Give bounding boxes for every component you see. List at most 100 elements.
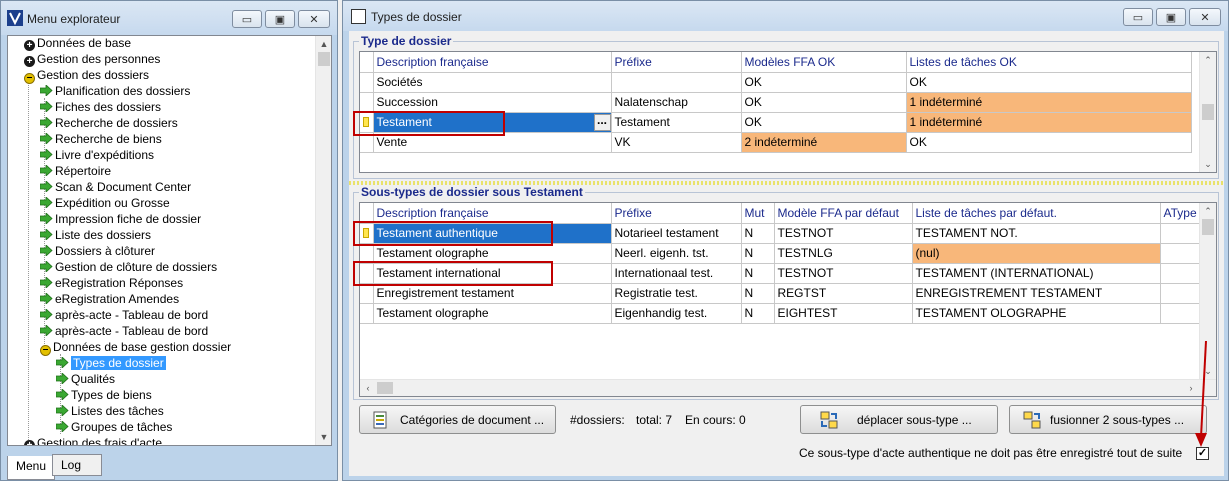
column-header-listes-taches[interactable]: Listes de tâches OK <box>906 52 1192 73</box>
prefixe-cell[interactable]: Internationaal test. <box>611 263 742 284</box>
liste-taches-cell[interactable]: TESTAMENT NOT. <box>912 223 1161 244</box>
modeles-ffa-cell[interactable]: OK <box>741 92 907 113</box>
column-header-mut[interactable]: Mut <box>741 203 775 224</box>
column-header-modeles-ffa[interactable]: Modèles FFA OK <box>741 52 907 73</box>
row-header-cell[interactable] <box>360 243 374 264</box>
tree-item[interactable]: Gestion de clôture de dossiers <box>39 259 217 275</box>
tree-item[interactable]: après-acte - Tableau de bord <box>39 323 208 339</box>
description-cell[interactable]: Testament olographe <box>373 243 612 264</box>
prefixe-cell[interactable]: Testament <box>611 112 742 133</box>
scroll-up-icon[interactable]: ⌃ <box>1200 52 1216 68</box>
table-row[interactable]: Sociétés OK OK <box>360 72 1192 93</box>
liste-taches-cell[interactable]: TESTAMENT (INTERNATIONAL) <box>912 263 1161 284</box>
description-cell[interactable]: Enregistrement testament <box>373 283 612 304</box>
prefixe-cell[interactable]: Nalatenschap <box>611 92 742 113</box>
tree-item[interactable]: Liste des dossiers <box>39 227 151 243</box>
listes-taches-cell[interactable]: 1 indéterminé <box>906 92 1192 113</box>
tab-menu[interactable]: Menu <box>7 456 56 480</box>
modele-ffa-cell[interactable]: REGTST <box>774 283 913 304</box>
grid2-horizontal-scrollbar[interactable]: ‹ › <box>360 379 1216 396</box>
tree-vertical-scrollbar[interactable]: ▲ ▼ <box>315 36 331 445</box>
scroll-up-icon[interactable]: ▲ <box>316 36 331 52</box>
prefixe-cell[interactable]: Neerl. eigenh. tst. <box>611 243 742 264</box>
tree-item[interactable]: Types de biens <box>55 387 152 403</box>
listes-taches-cell[interactable]: OK <box>906 132 1192 153</box>
scroll-down-icon[interactable]: ⌄ <box>1200 156 1216 172</box>
table-row[interactable]: Enregistrement testament Registratie tes… <box>360 283 1203 304</box>
column-header-description[interactable]: Description française <box>373 52 612 73</box>
tree-item[interactable]: Qualités <box>55 371 115 387</box>
tree-item[interactable]: Impression fiche de dossier <box>39 211 201 227</box>
tree-item[interactable]: eRegistration Réponses <box>39 275 183 291</box>
atype-cell[interactable] <box>1160 243 1203 264</box>
prefixe-cell[interactable]: Eigenhandig test. <box>611 303 742 324</box>
mut-cell[interactable]: N <box>741 283 775 304</box>
tree-item[interactable]: – Gestion des dossiers <box>24 67 149 84</box>
tree-item[interactable]: Planification des dossiers <box>39 83 190 99</box>
mut-cell[interactable]: N <box>741 263 775 284</box>
deplacer-sous-type-button[interactable]: déplacer sous-type ... <box>800 405 998 434</box>
tree-item[interactable]: Groupes de tâches <box>55 419 172 435</box>
description-cell[interactable]: Testament olographe <box>373 303 612 324</box>
modele-ffa-cell[interactable]: TESTNLG <box>774 243 913 264</box>
prefixe-cell[interactable]: VK <box>611 132 742 153</box>
types-de-dossier-titlebar[interactable]: Types de dossier ▭ ▣ ✕ <box>343 1 1228 31</box>
row-header-cell[interactable] <box>360 72 374 93</box>
atype-cell[interactable] <box>1160 303 1203 324</box>
liste-taches-cell[interactable]: TESTAMENT OLOGRAPHE <box>912 303 1161 324</box>
tree-item[interactable]: Dossiers à clôturer <box>39 243 155 259</box>
column-header-modele-ffa[interactable]: Modèle FFA par défaut <box>774 203 913 224</box>
minimize-button[interactable]: ▭ <box>232 10 262 28</box>
grid1-vertical-scrollbar[interactable]: ⌃ ⌄ <box>1199 52 1216 172</box>
listes-taches-cell[interactable]: OK <box>906 72 1192 93</box>
tree-item[interactable]: + Gestion des personnes <box>24 51 160 67</box>
tree-item[interactable]: + Gestion des frais d'acte <box>24 435 162 445</box>
tree-item[interactable]: – Données de base gestion dossier <box>40 339 231 356</box>
description-cell[interactable]: Sociétés <box>373 72 612 93</box>
tree-item[interactable]: eRegistration Amendes <box>39 291 179 307</box>
description-cell[interactable]: Succession <box>373 92 612 113</box>
row-header-cell[interactable] <box>360 92 374 113</box>
scroll-left-icon[interactable]: ‹ <box>360 380 376 396</box>
tree-item[interactable]: + Données de base <box>24 36 131 51</box>
table-row[interactable]: Testament olographe Neerl. eigenh. tst. … <box>360 243 1203 264</box>
scroll-thumb[interactable] <box>1202 104 1214 120</box>
close-button[interactable]: ✕ <box>298 10 330 28</box>
menu-explorer-titlebar[interactable]: Menu explorateur ▭ ▣ ✕ <box>1 1 337 35</box>
prefixe-cell[interactable]: Notarieel testament <box>611 223 742 244</box>
tree-item[interactable]: Types de dossier <box>55 355 166 371</box>
listes-taches-cell[interactable]: 1 indéterminé <box>906 112 1192 133</box>
ellipsis-button[interactable]: ... <box>593 113 610 131</box>
modeles-ffa-cell[interactable]: OK <box>741 72 907 93</box>
modele-ffa-cell[interactable]: TESTNOT <box>774 223 913 244</box>
scroll-up-icon[interactable]: ⌃ <box>1200 203 1216 219</box>
tree-item[interactable]: Expédition ou Grosse <box>39 195 170 211</box>
scroll-down-icon[interactable]: ▼ <box>316 429 331 445</box>
row-header-cell[interactable] <box>360 303 374 324</box>
scroll-thumb[interactable] <box>1202 219 1214 235</box>
close-button[interactable]: ✕ <box>1189 8 1221 26</box>
maximize-button[interactable]: ▣ <box>1156 8 1186 26</box>
modele-ffa-cell[interactable]: EIGHTEST <box>774 303 913 324</box>
tree-item[interactable]: après-acte - Tableau de bord <box>39 307 208 323</box>
column-header-description[interactable]: Description française <box>373 203 612 224</box>
tree-item[interactable]: Recherche de dossiers <box>39 115 178 131</box>
modele-ffa-cell[interactable]: TESTNOT <box>774 263 913 284</box>
scroll-thumb[interactable] <box>318 52 330 66</box>
table-row[interactable]: Succession Nalatenschap OK 1 indéterminé <box>360 92 1192 113</box>
atype-cell[interactable] <box>1160 263 1203 284</box>
tree-item[interactable]: Recherche de biens <box>39 131 162 147</box>
column-header-prefixe[interactable]: Préfixe <box>611 52 742 73</box>
mut-cell[interactable]: N <box>741 243 775 264</box>
mut-cell[interactable]: N <box>741 303 775 324</box>
column-header-prefixe[interactable]: Préfixe <box>611 203 742 224</box>
atype-cell[interactable] <box>1160 223 1203 244</box>
table-row[interactable]: Testament olographe Eigenhandig test. N … <box>360 303 1203 324</box>
tree-item[interactable]: Répertoire <box>39 163 111 179</box>
tab-log[interactable]: Log <box>52 454 102 476</box>
categories-document-button[interactable]: Catégories de document ... <box>359 405 556 434</box>
modeles-ffa-cell[interactable]: 2 indéterminé <box>741 132 907 153</box>
prefixe-cell[interactable]: Registratie test. <box>611 283 742 304</box>
modeles-ffa-cell[interactable]: OK <box>741 112 907 133</box>
tree-item[interactable]: Scan & Document Center <box>39 179 191 195</box>
